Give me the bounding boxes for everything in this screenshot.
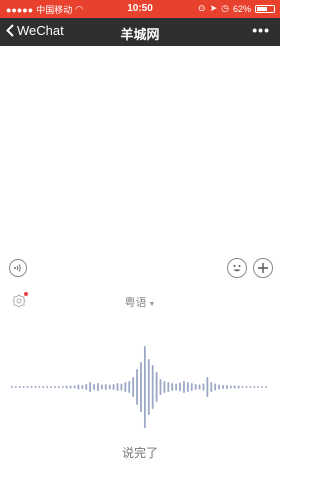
battery-percent: 62% <box>232 3 251 14</box>
waveform-bar <box>190 383 193 391</box>
waveform-bar <box>128 381 131 393</box>
waveform-bar <box>218 384 221 390</box>
waveform-bar <box>65 385 68 389</box>
waveform-bar <box>151 365 154 409</box>
waveform-bar <box>257 386 260 388</box>
waveform-bar <box>245 386 248 388</box>
waveform-bar <box>124 382 127 392</box>
waveform-bar <box>18 386 21 388</box>
waveform-bar <box>241 386 244 388</box>
waveform-bar <box>261 386 263 388</box>
waveform-bar <box>15 386 17 388</box>
waveform-bar <box>214 383 217 391</box>
voice-waveform <box>11 346 267 428</box>
waveform-bar <box>108 384 111 390</box>
waveform-bar <box>163 381 166 393</box>
waveform-bar <box>57 386 60 388</box>
done-speaking-button[interactable]: 说完了 <box>0 444 280 461</box>
waveform-bar <box>202 383 205 391</box>
waveform-bar <box>81 385 84 389</box>
more-dots-icon[interactable]: ••• <box>252 22 270 38</box>
waveform-bar <box>229 385 232 389</box>
waveform-bar <box>89 382 92 392</box>
waveform-bar <box>183 381 185 393</box>
waveform-bar <box>112 384 115 390</box>
waveform-bar <box>155 372 158 402</box>
waveform-bar <box>147 359 150 415</box>
waveform-bar <box>50 386 52 388</box>
waveform-bar <box>226 385 228 389</box>
waveform-bar <box>159 379 162 395</box>
waveform-bar <box>265 386 267 388</box>
waveform-bar <box>222 385 224 389</box>
language-label: 粤语 <box>124 297 147 309</box>
waveform-bar <box>93 384 95 390</box>
waveform-bar <box>42 386 45 388</box>
plus-shape-icon <box>258 263 268 273</box>
waveform-bar <box>132 377 135 397</box>
waveform-bar <box>143 346 146 428</box>
waveform-bar <box>198 384 201 390</box>
caret-down-icon: ▼ <box>148 301 156 308</box>
waveform-bar <box>85 384 88 390</box>
voice-input-panel: 粤语 ▼ 说完了 <box>0 280 280 494</box>
waveform-bar <box>249 386 252 388</box>
language-selector[interactable]: 粤语 ▼ <box>0 294 280 310</box>
waveform-bar <box>77 384 80 390</box>
lock-rotation-icon: ⊙ <box>198 3 206 13</box>
waveform-bar <box>61 386 64 388</box>
waveform-bar <box>104 384 107 390</box>
waveform-bar <box>100 384 103 390</box>
alarm-icon: ◷ <box>221 3 229 13</box>
waveform-bar <box>206 377 209 397</box>
voice-mode-icon[interactable] <box>9 259 27 277</box>
waveform-bar <box>210 382 213 392</box>
waveform-bar <box>34 386 37 388</box>
waveform-bar <box>116 383 119 391</box>
waveform-bar <box>140 362 142 412</box>
waveform-bar <box>22 386 25 388</box>
status-right: ⊙ ➤ ◷ 62% <box>198 3 275 14</box>
speaker-wave-icon <box>14 264 21 272</box>
waveform-bar <box>253 386 256 388</box>
status-bar: ●●●●● 中国移动 ◠ 10:50 ⊙ ➤ ◷ 62% <box>0 0 280 18</box>
waveform-bar <box>171 383 174 391</box>
waveform-bar <box>237 385 240 389</box>
waveform-bar <box>26 386 29 388</box>
nav-bar: WeChat 羊城网 ••• <box>0 18 280 46</box>
waveform-bar <box>46 386 49 388</box>
waveform-bar <box>179 382 181 392</box>
web-content <box>0 46 280 252</box>
waveform-bar <box>194 384 197 390</box>
waveform-bar <box>233 385 236 389</box>
waveform-bar <box>54 386 56 388</box>
location-icon: ➤ <box>209 3 218 13</box>
waveform-bar <box>175 383 178 391</box>
waveform-bar <box>30 386 33 388</box>
waveform-bar <box>136 369 138 405</box>
waveform-bar <box>167 382 170 392</box>
emoji-icon[interactable] <box>227 258 247 278</box>
waveform-bar <box>69 385 72 389</box>
battery-icon <box>255 4 275 13</box>
smile-face-icon <box>233 265 241 272</box>
waveform-bar <box>186 382 189 392</box>
waveform-bar <box>97 383 99 391</box>
waveform-bar <box>38 386 41 388</box>
waveform-bar <box>73 385 76 389</box>
battery-fill <box>257 6 267 11</box>
waveform-bar <box>11 386 13 388</box>
waveform-bar <box>120 383 123 391</box>
plus-icon[interactable] <box>253 258 273 278</box>
page-title: 羊城网 <box>120 27 160 42</box>
